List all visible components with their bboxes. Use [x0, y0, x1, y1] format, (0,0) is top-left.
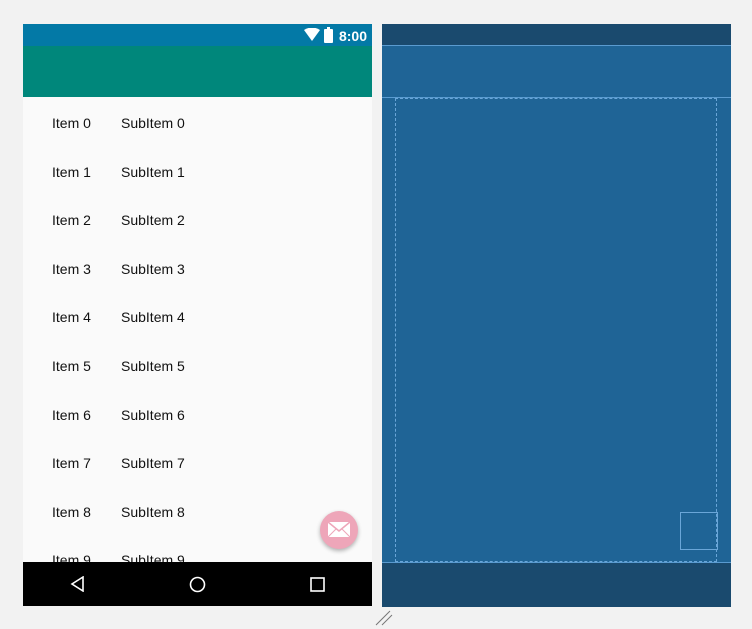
list-item[interactable]: Item 2 SubItem 2: [23, 194, 372, 242]
item-subtitle: SubItem 5: [121, 358, 185, 374]
home-icon[interactable]: [189, 576, 206, 593]
wifi-icon: [304, 28, 320, 41]
list-item[interactable]: Item 0 SubItem 0: [23, 97, 372, 145]
recents-icon[interactable]: [310, 577, 325, 592]
item-subtitle: SubItem 8: [121, 503, 185, 520]
list-item[interactable]: Item 3 SubItem 3: [23, 243, 372, 291]
navigation-bar: [23, 562, 372, 606]
status-time: 8:00: [338, 28, 367, 44]
list-item[interactable]: Item 7 SubItem 7: [23, 437, 372, 485]
blueprint-status-bar: [382, 24, 731, 46]
item-title: Item 3: [52, 260, 91, 277]
back-icon[interactable]: [70, 576, 86, 592]
mail-fab-button[interactable]: [320, 511, 358, 549]
design-preview: 8:00 Item 0 SubItem 0 Item 1 SubItem 1 Item …: [23, 24, 372, 606]
toolbar: [23, 46, 372, 97]
list-item[interactable]: Item 4 SubItem 4: [23, 291, 372, 339]
item-title: Item 5: [52, 358, 91, 374]
item-subtitle: SubItem 6: [121, 406, 185, 423]
item-title: Item 9: [52, 552, 91, 562]
item-title: Item 1: [52, 163, 91, 180]
status-bar: 8:00: [23, 24, 372, 46]
item-subtitle: SubItem 3: [121, 260, 185, 277]
resize-handle-icon[interactable]: [375, 610, 393, 626]
item-subtitle: SubItem 2: [121, 212, 185, 229]
item-title: Item 2: [52, 212, 91, 229]
blueprint-list[interactable]: [395, 98, 717, 562]
list-item[interactable]: Item 6 SubItem 6: [23, 389, 372, 437]
blueprint-nav-bar: [382, 562, 731, 607]
item-title: Item 6: [52, 406, 91, 423]
battery-icon: [324, 27, 333, 43]
blueprint-fab[interactable]: [680, 512, 718, 550]
item-subtitle: SubItem 0: [121, 115, 185, 131]
blueprint-toolbar[interactable]: [382, 46, 731, 98]
mail-icon: [327, 521, 351, 538]
item-subtitle: SubItem 9: [121, 552, 185, 562]
list-item[interactable]: Item 1 SubItem 1: [23, 146, 372, 194]
item-list[interactable]: Item 0 SubItem 0 Item 1 SubItem 1 Item 2 SubI…: [23, 97, 372, 562]
item-subtitle: SubItem 1: [121, 163, 185, 180]
item-title: Item 0: [52, 115, 91, 131]
item-subtitle: SubItem 7: [121, 455, 185, 472]
item-title: Item 4: [52, 309, 91, 326]
item-subtitle: SubItem 4: [121, 309, 185, 326]
item-title: Item 7: [52, 455, 91, 472]
list-item[interactable]: Item 5 SubItem 5: [23, 340, 372, 388]
blueprint-preview: [382, 24, 731, 607]
item-title: Item 8: [52, 503, 91, 520]
